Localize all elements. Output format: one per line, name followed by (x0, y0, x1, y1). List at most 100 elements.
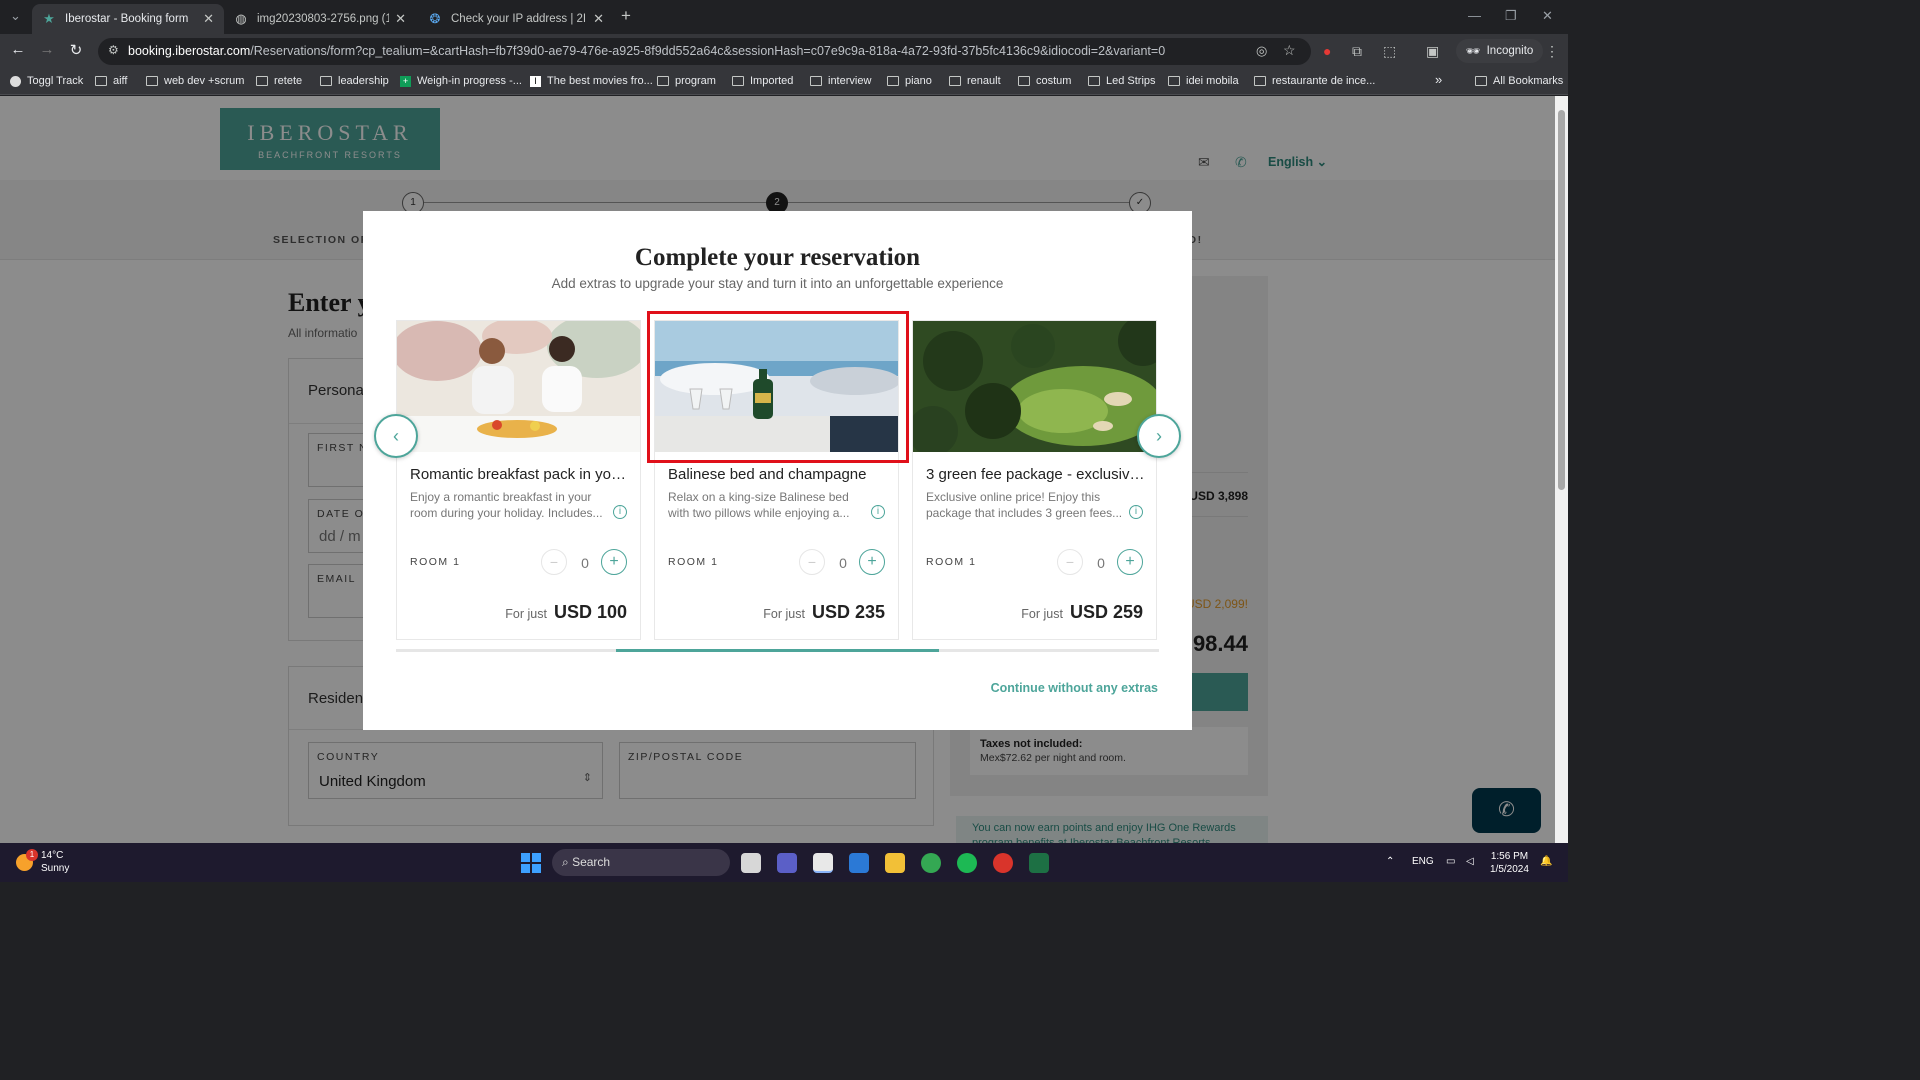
bookmark-item[interactable]: interview (810, 75, 871, 87)
scrollbar-thumb[interactable] (1558, 110, 1565, 490)
bookmark-item[interactable]: costum (1018, 75, 1071, 87)
file-explorer-icon[interactable] (885, 853, 905, 873)
close-tab-icon[interactable]: ✕ (593, 11, 604, 27)
increase-quantity-button[interactable]: + (601, 549, 627, 575)
weather-desc: Sunny (41, 863, 70, 874)
taskbar-search[interactable]: ⌕ Search (552, 849, 730, 876)
decrease-quantity-button[interactable]: − (541, 549, 567, 575)
forward-icon[interactable]: → (37, 41, 57, 58)
clock-time: 1:56 PM (1490, 851, 1529, 862)
bookmark-item[interactable]: program (657, 75, 716, 87)
side-panel-icon[interactable]: ▣ (1426, 43, 1439, 60)
page-scrollbar[interactable] (1555, 96, 1568, 843)
volume-icon[interactable]: ◁ (1466, 856, 1474, 867)
address-bar[interactable]: ⚙ booking.iberostar.com/Reservations/for… (98, 38, 1311, 65)
carousel-progress-fill (616, 649, 939, 652)
info-icon[interactable]: i (871, 505, 885, 519)
all-bookmarks[interactable]: All Bookmarks (1475, 75, 1563, 87)
decrease-quantity-button[interactable]: − (1057, 549, 1083, 575)
windows-start-icon[interactable] (521, 853, 541, 873)
new-tab-icon[interactable]: + (621, 6, 631, 26)
minimize-icon[interactable]: — (1468, 8, 1481, 23)
price-prefix: For just (505, 607, 547, 621)
modal-title: Complete your reservation (634, 244, 921, 271)
carousel-progress[interactable] (396, 649, 1159, 652)
incognito-badge[interactable]: 🕶 Incognito (1456, 39, 1544, 63)
tab-search-chevron-icon[interactable]: ⌄ (10, 8, 21, 24)
snipping-tool-icon[interactable] (813, 853, 833, 873)
room-label: ROOM 1 (926, 556, 977, 568)
breakfast-image (397, 321, 640, 452)
extra-card-green-fee: 3 green fee package - exclusive online p… (912, 320, 1157, 640)
bookmarks-overflow-icon[interactable]: » (1435, 72, 1442, 87)
input-language[interactable]: ENG (1412, 856, 1434, 867)
bookmark-label: web dev +scrum (164, 75, 245, 87)
url-text[interactable]: booking.iberostar.com/Reservations/form?… (128, 44, 1165, 58)
chevron-right-icon: › (1156, 426, 1162, 446)
bookmark-item[interactable]: Toggl Track (10, 75, 83, 87)
eye-off-icon[interactable]: ◎ (1256, 43, 1267, 59)
bookmark-star-icon[interactable]: ☆ (1283, 42, 1296, 59)
tab-image[interactable]: ◍ img20230803-2756.png (192×2 ✕ (224, 4, 416, 34)
info-icon[interactable]: i (1129, 505, 1143, 519)
folder-icon (1475, 76, 1487, 86)
extra-name: Balinese bed and champagne (668, 466, 867, 483)
continue-without-extras-link[interactable]: Continue without any extras (991, 681, 1158, 695)
carousel-prev-button[interactable]: ‹ (374, 414, 418, 458)
tab-iberostar[interactable]: ★ Iberostar - Booking form ✕ (32, 4, 224, 34)
network-icon[interactable]: ▭ (1446, 856, 1455, 867)
bookmark-item[interactable]: leadership (320, 75, 389, 87)
bookmark-item[interactable]: restaurante de ince... (1254, 75, 1375, 87)
decrease-quantity-button[interactable]: − (799, 549, 825, 575)
bookmark-label: Imported (750, 75, 794, 87)
clock[interactable]: 1:56 PM 1/5/2024 (1490, 850, 1529, 876)
bookmark-item[interactable]: aiff (95, 75, 127, 87)
recorder-icon[interactable] (993, 853, 1013, 873)
site-info-icon[interactable]: ⚙ (108, 43, 119, 57)
bookmark-item[interactable]: renault (949, 75, 1001, 87)
extra-name: Romantic breakfast pack in your room (410, 466, 630, 483)
bookmark-item[interactable]: Imported (732, 75, 793, 87)
folder-icon (1168, 76, 1180, 86)
store-icon[interactable] (849, 853, 869, 873)
bookmark-item[interactable]: piano (887, 75, 932, 87)
increase-quantity-button[interactable]: + (1117, 549, 1143, 575)
bookmark-item[interactable]: web dev +scrum (146, 75, 244, 87)
folder-icon (1088, 76, 1100, 86)
globe-favicon-icon: ❂ (429, 11, 441, 26)
screenshot-icon[interactable]: ⧉ (1352, 43, 1362, 60)
tab-2ip[interactable]: ❂ Check your IP address | 2IP.me ✕ (418, 4, 614, 34)
restore-icon[interactable]: ❐ (1505, 8, 1517, 24)
folder-icon (1254, 76, 1266, 86)
golf-course-image (913, 321, 1156, 452)
tray-overflow-icon[interactable]: ⌃ (1386, 856, 1394, 867)
increase-quantity-button[interactable]: + (859, 549, 885, 575)
bookmark-item[interactable]: idei mobila (1168, 75, 1239, 87)
close-tab-icon[interactable]: ✕ (203, 11, 214, 27)
chrome-icon[interactable] (921, 853, 941, 873)
close-tab-icon[interactable]: ✕ (395, 11, 406, 27)
folder-icon (146, 76, 158, 86)
menu-dots-icon[interactable]: ⋮ (1545, 43, 1559, 60)
info-icon[interactable]: i (613, 505, 627, 519)
carousel-next-button[interactable]: › (1137, 414, 1181, 458)
excel-icon[interactable] (1029, 853, 1049, 873)
close-window-icon[interactable]: ✕ (1542, 8, 1553, 24)
extra-price: For just USD 259 (1021, 602, 1143, 623)
bookmark-item[interactable]: + Weigh-in progress -... (400, 75, 522, 87)
teams-icon[interactable] (777, 853, 797, 873)
back-icon[interactable]: ← (8, 41, 28, 58)
incognito-icon: 🕶 (1466, 46, 1481, 58)
extension-red-icon[interactable]: ● (1323, 43, 1331, 59)
bookmark-label: aiff (113, 75, 128, 87)
notifications-icon[interactable]: 🔔 (1540, 856, 1552, 867)
spotify-icon[interactable] (957, 853, 977, 873)
task-view-icon[interactable] (741, 853, 761, 873)
bookmark-item[interactable]: retete (256, 75, 302, 87)
weather-widget[interactable]: 1 14°C Sunny (16, 848, 70, 875)
extensions-icon[interactable]: ⬚ (1383, 43, 1396, 60)
bookmark-label: leadership (338, 75, 389, 87)
bookmark-item[interactable]: Led Strips (1088, 75, 1156, 87)
bookmark-item[interactable]: I The best movies fro... (530, 75, 653, 87)
reload-icon[interactable]: ↻ (66, 41, 86, 59)
